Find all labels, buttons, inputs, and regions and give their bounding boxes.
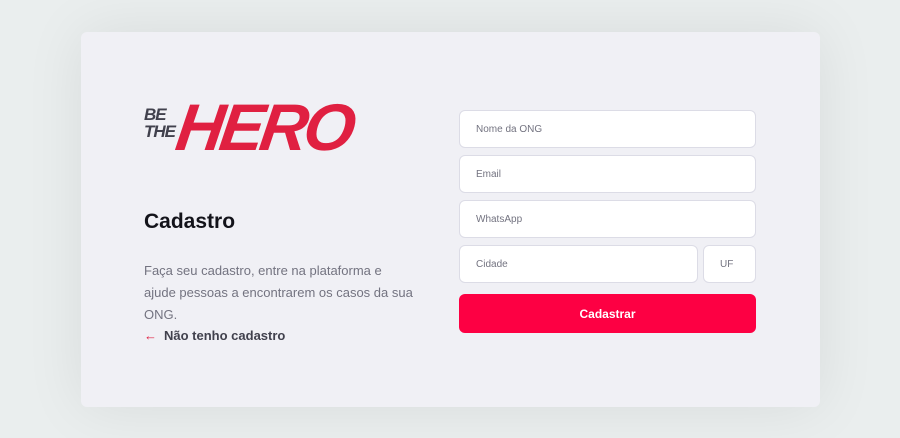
back-to-login-link[interactable]: ← Não tenho cadastro bbox=[144, 328, 285, 344]
arrow-left-icon: ← bbox=[144, 328, 157, 343]
uf-input[interactable] bbox=[703, 245, 756, 283]
email-input[interactable] bbox=[459, 155, 756, 193]
page-description: Faça seu cadastro, entre na plataforma e… bbox=[144, 263, 413, 322]
register-card: BE THE HERO Cadastro Faça seu cadastro, … bbox=[81, 32, 820, 407]
register-button[interactable]: Cadastrar bbox=[459, 294, 756, 333]
be-the-hero-logo: BE THE HERO bbox=[144, 90, 357, 166]
whatsapp-input[interactable] bbox=[459, 200, 756, 238]
back-link-label: Não tenho cadastro bbox=[164, 328, 286, 343]
page-title: Cadastro bbox=[144, 210, 236, 233]
logo-hero-text: HERO bbox=[171, 90, 357, 164]
ong-name-input[interactable] bbox=[459, 110, 756, 148]
city-input[interactable] bbox=[459, 245, 698, 283]
